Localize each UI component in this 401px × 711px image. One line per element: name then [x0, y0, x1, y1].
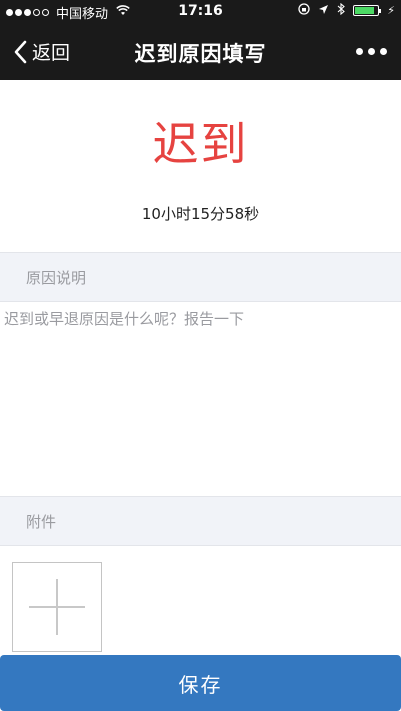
battery-level	[355, 7, 374, 14]
reason-textarea[interactable]	[0, 302, 401, 495]
more-options-icon[interactable]	[356, 40, 387, 63]
plus-icon	[29, 579, 85, 635]
orientation-lock-icon	[298, 3, 310, 18]
add-attachment-button[interactable]	[12, 562, 102, 652]
late-duration: 10小时15分58秒	[141, 205, 260, 223]
status-bar: 中国移动 17:16 ⚡	[0, 0, 401, 24]
page-title: 迟到原因填写	[134, 42, 267, 66]
late-status-title: 迟到	[152, 117, 249, 171]
attachment-section-label: 附件	[26, 513, 57, 531]
attachment-section-header: 附件	[0, 496, 401, 546]
status-right: ⚡	[298, 2, 395, 18]
reason-section-label: 原因说明	[26, 269, 87, 287]
reason-section-header: 原因说明	[0, 252, 401, 302]
charging-icon: ⚡	[387, 4, 395, 17]
nav-bar: 返回 迟到原因填写	[0, 24, 401, 80]
location-icon	[318, 4, 329, 18]
save-button[interactable]: 保存	[0, 655, 401, 711]
bluetooth-icon	[337, 2, 346, 18]
battery-icon	[353, 5, 382, 16]
